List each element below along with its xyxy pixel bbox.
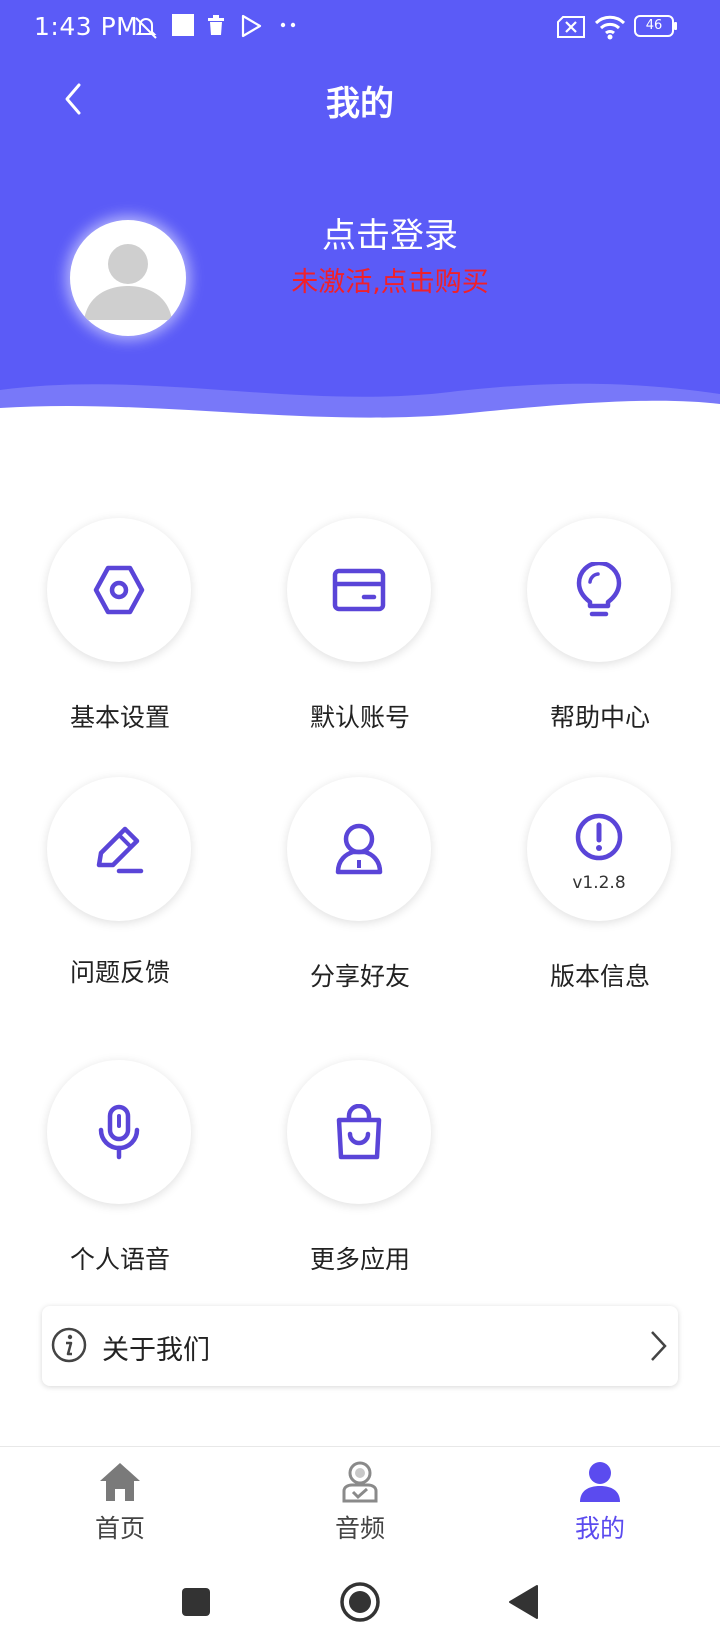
- grid-label: 帮助中心: [549, 703, 650, 732]
- profile-header: 1:43 PM 46 我的 点击登录 未激活,点击购买: [0, 0, 720, 440]
- grid-item-feedback[interactable]: 问题反馈: [0, 777, 240, 997]
- grid-label: 更多应用: [309, 1245, 410, 1274]
- bottom-nav: 首页 音频 我的: [0, 1446, 720, 1555]
- grid-icon-circle: [287, 777, 431, 921]
- nav-item-home[interactable]: 首页: [0, 1447, 240, 1555]
- nav-item-mine[interactable]: 我的: [480, 1447, 720, 1555]
- header-wave-decoration: [0, 383, 720, 440]
- avatar[interactable]: [70, 220, 186, 336]
- microphone-icon: [98, 1104, 140, 1160]
- circle-home-icon: [340, 1582, 380, 1622]
- grid-icon-circle: [287, 518, 431, 662]
- settings-hex-icon: [93, 565, 145, 615]
- grid-item-version-info[interactable]: v1.2.8 版本信息: [480, 777, 720, 997]
- default-avatar-icon: [84, 244, 172, 320]
- audio-person-icon: [342, 1461, 378, 1503]
- grid-label: 版本信息: [549, 962, 650, 991]
- grid-label: 问题反馈: [69, 958, 170, 987]
- more-dots-icon: [280, 22, 296, 28]
- wifi-icon: [594, 15, 626, 40]
- pencil-icon: [96, 826, 144, 874]
- battery-icon: 46: [634, 15, 678, 37]
- home-system-button[interactable]: [336, 1578, 384, 1626]
- square-icon: [172, 14, 194, 36]
- nav-label-active: 我的: [574, 1514, 625, 1543]
- version-number: v1.2.8: [572, 873, 626, 893]
- grid-item-more-apps[interactable]: 更多应用: [240, 1060, 480, 1280]
- nav-label: 首页: [94, 1514, 145, 1543]
- recents-button[interactable]: [172, 1578, 220, 1626]
- grid-item-help-center[interactable]: 帮助中心: [480, 518, 720, 738]
- card-icon: [332, 568, 386, 612]
- trash-icon: [208, 15, 224, 35]
- muted-bell-icon: [135, 17, 157, 39]
- status-time: 1:43 PM: [34, 12, 139, 41]
- grid-label: 默认账号: [309, 703, 410, 732]
- about-us-row[interactable]: 关于我们: [42, 1306, 678, 1386]
- user-icon: [580, 1462, 620, 1502]
- lightbulb-icon: [576, 562, 622, 617]
- play-store-icon: [241, 14, 262, 38]
- triangle-back-icon: [509, 1585, 538, 1619]
- info-icon: [51, 1327, 87, 1363]
- home-icon: [100, 1463, 140, 1501]
- chevron-right-icon: [651, 1331, 667, 1361]
- grid-label: 分享好友: [309, 962, 410, 991]
- square-recents-icon: [182, 1588, 210, 1616]
- grid-label: 基本设置: [69, 703, 170, 732]
- grid-icon-circle: v1.2.8: [527, 777, 671, 921]
- status-bar: 1:43 PM 46: [0, 0, 720, 56]
- grid-icon-circle: [47, 777, 191, 921]
- grid-item-basic-settings[interactable]: 基本设置: [0, 518, 240, 738]
- grid-item-share-friends[interactable]: 分享好友: [240, 777, 480, 997]
- grid-icon-circle: [527, 518, 671, 662]
- nav-item-audio[interactable]: 音频: [240, 1447, 480, 1555]
- back-system-button[interactable]: [500, 1578, 548, 1626]
- grid-icon-circle: [287, 1060, 431, 1204]
- person-icon: [335, 823, 383, 875]
- grid-item-personal-voice[interactable]: 个人语音: [0, 1060, 240, 1280]
- battery-level: 46: [645, 18, 663, 33]
- nav-label: 音频: [334, 1514, 385, 1543]
- page-title: 我的: [326, 84, 394, 124]
- no-sim-icon: [557, 16, 585, 38]
- activate-purchase-link[interactable]: 未激活,点击购买: [250, 260, 530, 299]
- about-us-label: 关于我们: [102, 1335, 210, 1366]
- grid-icon-circle: [47, 518, 191, 662]
- grid-label: 个人语音: [69, 1245, 170, 1274]
- login-link[interactable]: 点击登录: [250, 208, 530, 257]
- system-navigation-bar: [0, 1556, 720, 1650]
- exclamation-icon: [575, 813, 623, 861]
- shopping-bag-icon: [336, 1104, 382, 1160]
- grid-icon-circle: [47, 1060, 191, 1204]
- grid-item-default-account[interactable]: 默认账号: [240, 518, 480, 738]
